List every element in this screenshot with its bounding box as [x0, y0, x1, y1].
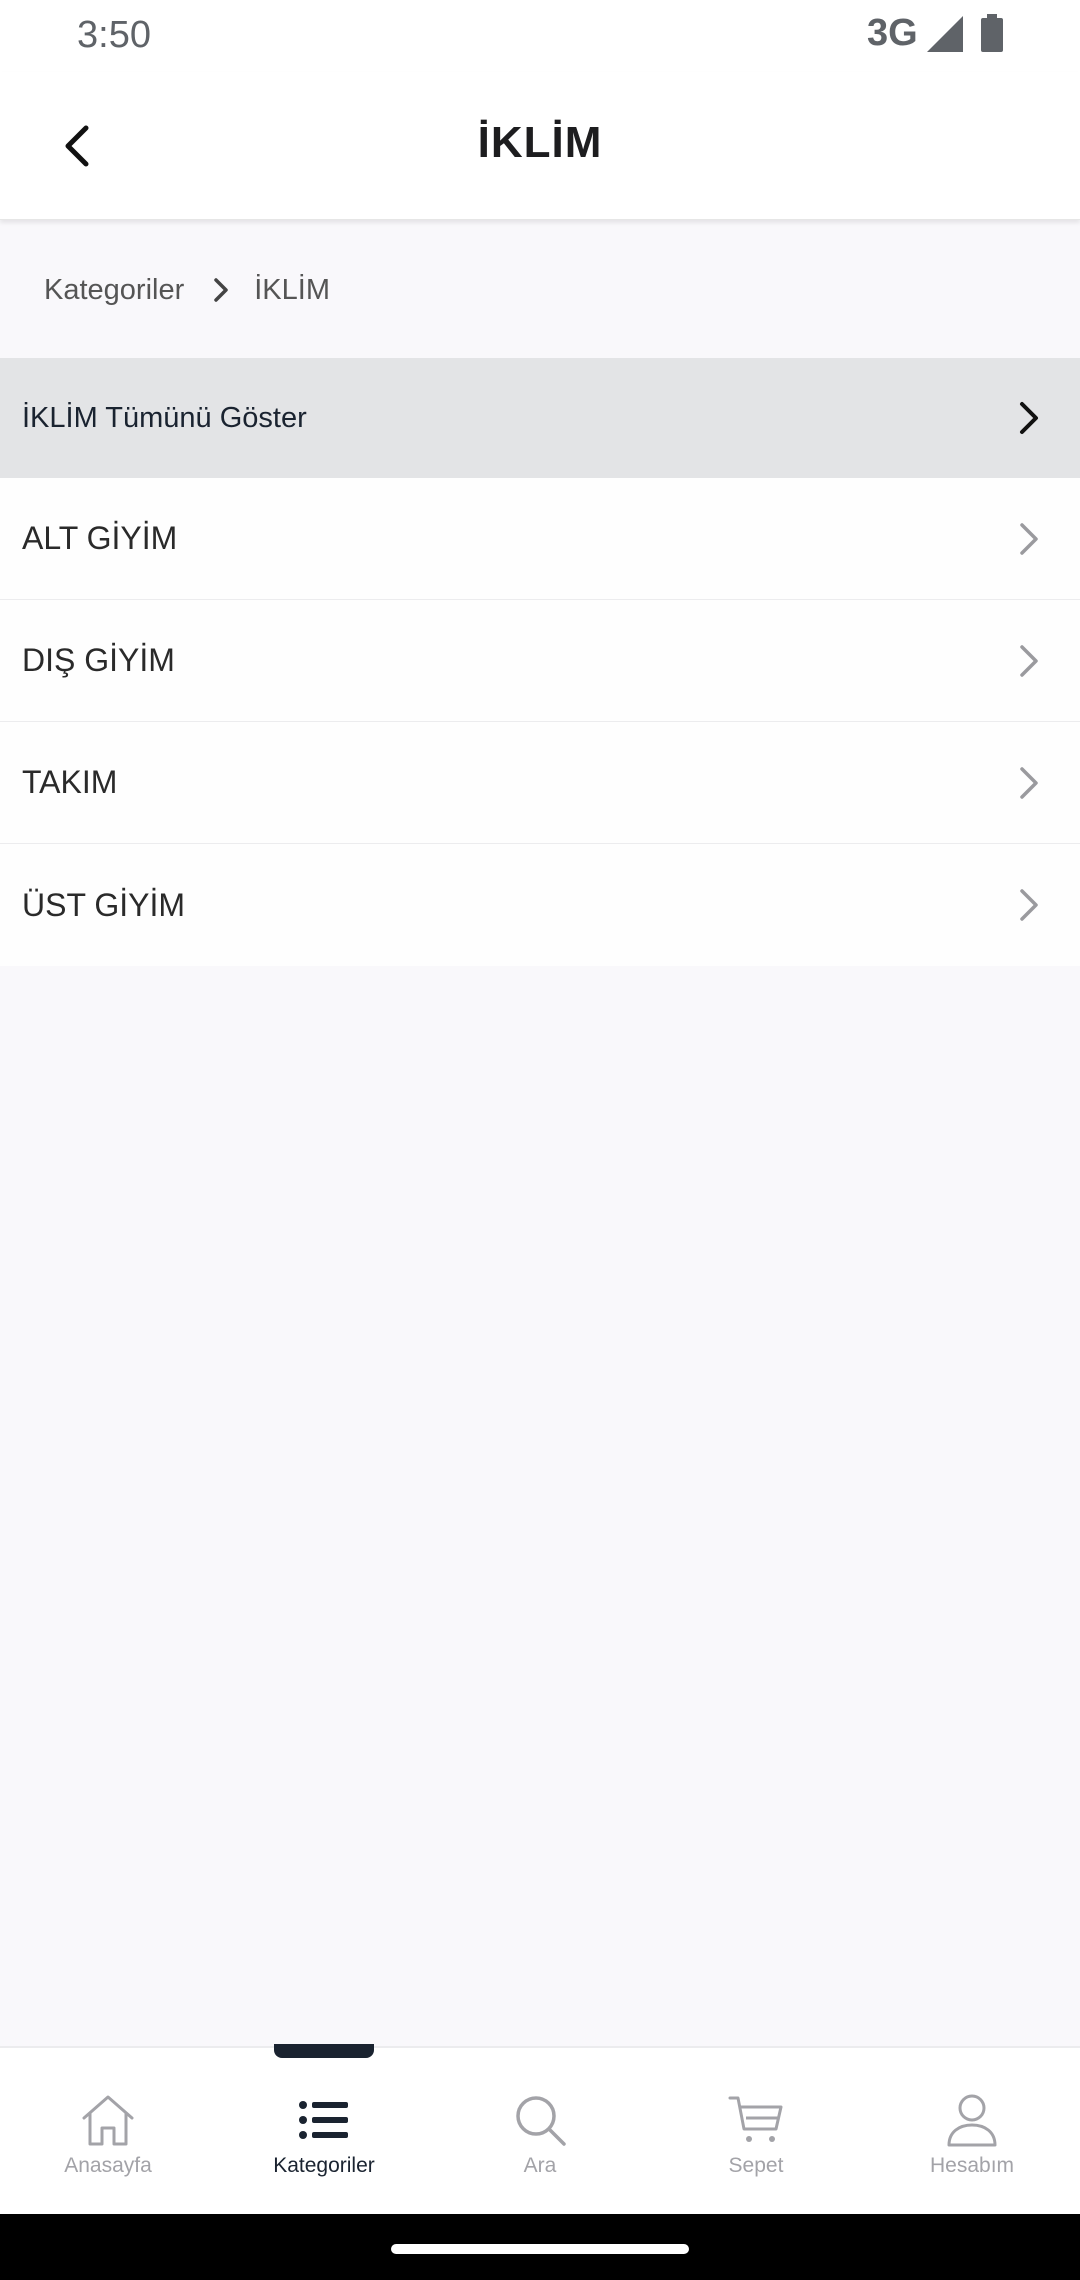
- user-icon: [942, 2090, 1002, 2150]
- category-label: ALT GİYİM: [22, 520, 178, 556]
- chevron-right-icon: [1012, 519, 1046, 559]
- network-type: 3G: [867, 12, 918, 54]
- status-bar: 3:50 3G: [0, 0, 1080, 72]
- category-item-dis-giyim[interactable]: DIŞ GİYİM: [0, 600, 1080, 722]
- battery-icon: [981, 14, 1003, 52]
- breadcrumb: Kategoriler İKLİM: [44, 268, 330, 312]
- chevron-right-icon: [1012, 763, 1046, 803]
- nav-label: Sepet: [728, 2154, 784, 2177]
- nav-label: Kategoriler: [273, 2154, 375, 2177]
- nav-label: Ara: [523, 2154, 557, 2177]
- status-time: 3:50: [77, 14, 151, 56]
- category-label: TAKIM: [22, 764, 118, 800]
- list-icon: [294, 2090, 354, 2150]
- category-list: İKLİM Tümünü Göster ALT GİYİM DIŞ GİYİM …: [0, 358, 1080, 966]
- active-tab-indicator: [274, 2044, 374, 2058]
- nav-item-home[interactable]: Anasayfa: [0, 2048, 216, 2216]
- search-icon: [510, 2090, 570, 2150]
- page-title: İKLİM: [477, 118, 603, 167]
- nav-item-search[interactable]: Ara: [432, 2048, 648, 2216]
- chevron-right-icon: [1012, 641, 1046, 681]
- app-header: İKLİM: [0, 72, 1080, 220]
- nav-item-account[interactable]: Hesabım: [864, 2048, 1080, 2216]
- nav-item-categories[interactable]: Kategoriler: [216, 2044, 432, 2216]
- home-icon: [78, 2090, 138, 2150]
- category-item-alt-giyim[interactable]: ALT GİYİM: [0, 478, 1080, 600]
- home-gesture-handle[interactable]: [391, 2244, 689, 2254]
- nav-label: Hesabım: [929, 2154, 1015, 2177]
- signal-icon: [927, 16, 963, 52]
- chevron-right-icon: [1012, 885, 1046, 925]
- breadcrumb-root[interactable]: Kategoriler: [44, 274, 184, 307]
- chevron-right-icon: [1012, 398, 1046, 438]
- category-item-takim[interactable]: TAKIM: [0, 722, 1080, 844]
- nav-item-cart[interactable]: Sepet: [648, 2048, 864, 2216]
- bottom-nav: Anasayfa Kategoriler Ara Sepet Hesabım: [0, 2044, 1080, 2216]
- cart-icon: [726, 2090, 786, 2150]
- chevron-right-icon: [206, 275, 236, 305]
- show-all-row[interactable]: İKLİM Tümünü Göster: [0, 358, 1080, 478]
- category-item-ust-giyim[interactable]: ÜST GİYİM: [0, 844, 1080, 966]
- nav-label: Anasayfa: [64, 2154, 152, 2177]
- show-all-label: İKLİM Tümünü Göster: [22, 401, 307, 434]
- gesture-bar: [0, 2214, 1080, 2280]
- category-label: ÜST GİYİM: [22, 886, 185, 923]
- category-label: DIŞ GİYİM: [22, 642, 175, 678]
- breadcrumb-current: İKLİM: [254, 273, 330, 306]
